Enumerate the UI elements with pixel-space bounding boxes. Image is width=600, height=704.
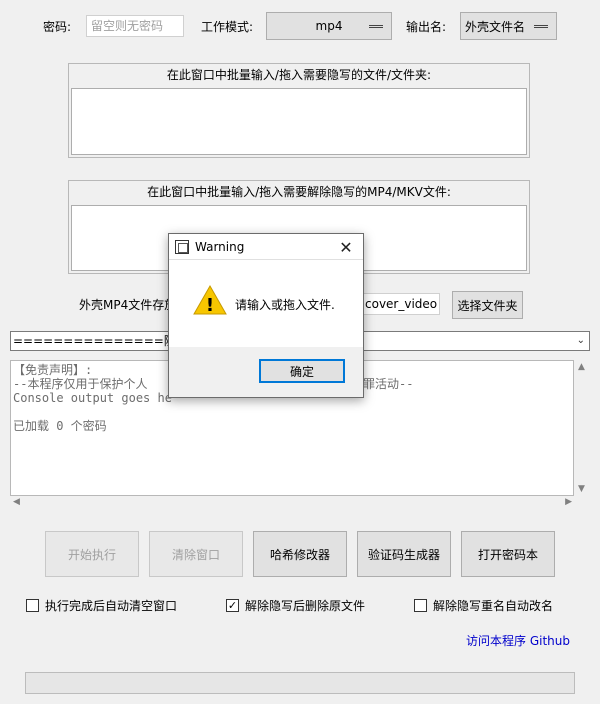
scroll-left-icon[interactable]: ◀: [13, 497, 20, 507]
warning-icon: !: [193, 285, 227, 315]
svg-text:!: !: [206, 295, 214, 315]
hide-panel-title: 在此窗口中批量输入/拖入需要隐写的文件/文件夹:: [166, 68, 432, 82]
delete-original-label: 解除隐写后删除原文件: [245, 599, 366, 613]
scroll-right-icon[interactable]: ▶: [565, 497, 572, 507]
hide-files-textarea[interactable]: [71, 88, 527, 155]
auto-rename-checkbox[interactable]: 解除隐写重名自动改名: [414, 597, 553, 614]
clear-window-button[interactable]: 清除窗口: [149, 531, 243, 577]
mode-label: 工作模式:: [201, 20, 254, 34]
mode-value: mp4: [315, 19, 343, 33]
progress-bar: [25, 672, 575, 694]
delete-original-checkbox-box[interactable]: ✓: [226, 599, 239, 612]
password-placeholder: 留空则无密码: [91, 19, 164, 33]
dialog-body: ! 请输入或拖入文件.: [169, 260, 363, 347]
password-label: 密码:: [43, 20, 72, 34]
check-mark-icon: ✓: [227, 599, 238, 612]
dialog-message: 请输入或拖入文件.: [235, 298, 335, 312]
select-folder-button[interactable]: 选择文件夹: [452, 291, 523, 319]
start-button[interactable]: 开始执行: [45, 531, 139, 577]
output-menu-button[interactable]: 外壳文件名: [460, 12, 557, 40]
delete-original-checkbox[interactable]: ✓ 解除隐写后删除原文件: [226, 597, 365, 614]
dialog-footer: 确定: [169, 347, 363, 397]
auto-clear-label: 执行完成后自动清空窗口: [45, 599, 178, 613]
captcha-generator-button[interactable]: 验证码生成器: [357, 531, 451, 577]
auto-clear-checkbox[interactable]: 执行完成后自动清空窗口: [26, 597, 177, 614]
console-horizontal-scrollbar[interactable]: ◀ ▶: [10, 496, 575, 510]
hide-files-panel: 在此窗口中批量输入/拖入需要隐写的文件/文件夹:: [68, 63, 530, 158]
warning-dialog: Warning ✕ ! 请输入或拖入文件. 确定: [168, 233, 364, 398]
unhide-panel-title: 在此窗口中批量输入/拖入需要解除隐写的MP4/MKV文件:: [147, 185, 451, 199]
auto-rename-label: 解除隐写重名自动改名: [433, 599, 554, 613]
password-input[interactable]: 留空则无密码: [86, 15, 184, 37]
cover-folder-label: 外壳MP4文件存放: [79, 298, 177, 312]
output-value: 外壳文件名: [465, 19, 526, 34]
scroll-down-icon[interactable]: ▼: [578, 484, 585, 494]
app-icon: [175, 239, 189, 254]
menu-indicator-icon: [369, 25, 383, 28]
dialog-title-bar: Warning ✕: [169, 234, 363, 260]
github-link[interactable]: 访问本程序 Github: [466, 632, 570, 649]
console-vertical-scrollbar[interactable]: ▲ ▼: [575, 360, 589, 496]
cover-folder-input[interactable]: cover_video: [360, 293, 440, 315]
mode-menu-button[interactable]: mp4: [266, 12, 392, 40]
auto-clear-checkbox-box[interactable]: [26, 599, 39, 612]
output-label: 输出名:: [406, 20, 447, 34]
open-password-book-button[interactable]: 打开密码本: [461, 531, 555, 577]
close-icon[interactable]: ✕: [333, 234, 359, 260]
chevron-down-icon: ⌄: [576, 335, 585, 346]
hash-modifier-button[interactable]: 哈希修改器: [253, 531, 347, 577]
console-line-tail: 罪活动--: [363, 377, 414, 391]
menu-indicator-icon: [534, 25, 548, 28]
console-line: 已加载 0 个密码: [13, 419, 107, 433]
auto-rename-checkbox-box[interactable]: [414, 599, 427, 612]
scroll-up-icon[interactable]: ▲: [578, 362, 585, 372]
dialog-title: Warning: [195, 239, 245, 254]
cover-folder-value: cover_video: [365, 297, 438, 311]
ok-button[interactable]: 确定: [259, 359, 345, 383]
